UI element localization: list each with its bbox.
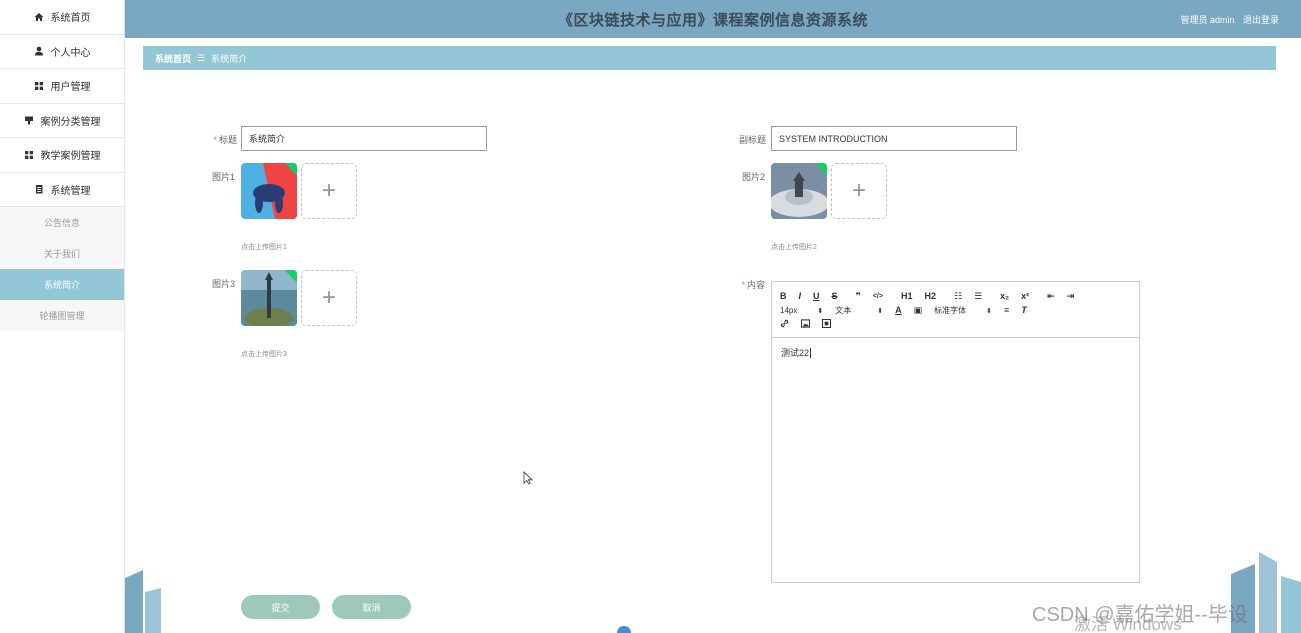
image3-label: 图片3: [211, 279, 235, 289]
scroll-top-icon[interactable]: [617, 626, 631, 633]
indent-button[interactable]: ⇥: [1067, 291, 1075, 302]
mouse-cursor-icon: [523, 471, 533, 485]
sidebar-item-label: 系统首页: [50, 13, 91, 25]
header-select[interactable]: 文本 ⬍: [835, 305, 883, 316]
doc-icon: [34, 184, 44, 194]
content-label: * 内容: [741, 280, 765, 290]
clear-format-icon[interactable]: T: [1021, 305, 1027, 315]
sidebar-subitem-notice[interactable]: 公告信息: [0, 207, 124, 238]
sidebar-subitem-about[interactable]: 关于我们: [0, 238, 124, 269]
h2-button[interactable]: H2: [924, 291, 936, 301]
decor-left-bars: [125, 570, 161, 633]
plus-icon: +: [321, 284, 336, 311]
user-area: 管理员 admin 退出登录: [1174, 13, 1279, 26]
background-color-icon[interactable]: ▣: [914, 305, 923, 316]
user-icon: [34, 46, 44, 56]
image1-label: 图片1: [211, 172, 235, 182]
top-header: 《区块链技术与应用》课程案例信息资源系统 管理员 admin 退出登录: [125, 0, 1301, 38]
csdn-watermark: CSDN @嘉佑学姐--毕设: [1032, 604, 1248, 626]
video-icon[interactable]: [821, 318, 832, 330]
sidebar-item-label: 用户管理: [50, 82, 91, 94]
subscript-button[interactable]: x₂: [1000, 291, 1009, 301]
toolbar-row-2: 14px ⬍ 文本 ⬍ A ▣ 标准字体 ⬍ ≡ T: [780, 303, 1131, 317]
image3-thumbnail[interactable]: [241, 270, 297, 326]
grid-icon: [24, 150, 34, 160]
ordered-list-button[interactable]: ☷: [954, 291, 962, 302]
sidebar-item-users[interactable]: 用户管理: [0, 69, 124, 104]
image1-thumbnail[interactable]: [241, 163, 297, 219]
sidebar: 系统首页 个人中心 用户管理 案例分类管理 教学案例管理 系统管理 公告信息 关…: [0, 0, 125, 633]
image2-hint: 点击上传图片2: [771, 244, 817, 251]
image1-upload-button[interactable]: +: [301, 163, 357, 219]
home-icon: [34, 12, 44, 22]
title-input[interactable]: [241, 126, 487, 151]
cancel-button[interactable]: 取消: [332, 595, 411, 619]
image3-upload-button[interactable]: +: [301, 270, 357, 326]
user-role: 管理员 admin: [1180, 15, 1235, 25]
breadcrumb-home[interactable]: 系统首页: [155, 52, 191, 65]
italic-button[interactable]: I: [799, 291, 802, 301]
plus-icon: +: [321, 177, 336, 204]
link-icon[interactable]: [780, 319, 789, 330]
grid-icon: [34, 81, 44, 91]
sidebar-item-label: 系统管理: [50, 185, 91, 197]
title-label: * 标题: [213, 135, 237, 145]
rich-text-editor: B I U S ❞ </> H1 H2 ☷ ☰ x₂ x² ⇤ ⇥ 14px ⬍ …: [771, 281, 1140, 583]
flag-icon: [24, 115, 34, 125]
sidebar-subitem-carousel[interactable]: 轮播图管理: [0, 300, 124, 331]
submit-button[interactable]: 提交: [241, 595, 320, 619]
image1-hint: 点击上传图片1: [241, 244, 287, 251]
bullet-list-button[interactable]: ☰: [974, 291, 982, 302]
select-arrow-icon: ⬍: [986, 307, 992, 315]
bold-button[interactable]: B: [780, 291, 787, 301]
underline-button[interactable]: U: [813, 291, 820, 301]
h1-button[interactable]: H1: [901, 291, 913, 301]
sidebar-item-cases[interactable]: 教学案例管理: [0, 138, 124, 173]
sidebar-item-home[interactable]: 系统首页: [0, 0, 124, 35]
editor-toolbar: B I U S ❞ </> H1 H2 ☷ ☰ x₂ x² ⇤ ⇥ 14px ⬍ …: [772, 282, 1139, 338]
select-arrow-icon: ⬍: [877, 307, 884, 315]
required-mark: *: [741, 280, 745, 290]
font-size-select[interactable]: 14px ⬍: [780, 306, 823, 315]
plus-icon: +: [851, 177, 866, 204]
subtitle-label: 副标题: [738, 135, 766, 145]
superscript-button[interactable]: x²: [1021, 291, 1029, 301]
align-icon[interactable]: ≡: [1004, 305, 1009, 315]
quote-button[interactable]: ❞: [856, 291, 861, 302]
subtitle-input[interactable]: [771, 126, 1017, 151]
sidebar-item-profile[interactable]: 个人中心: [0, 35, 124, 69]
sidebar-item-label: 案例分类管理: [40, 116, 101, 128]
strike-button[interactable]: S: [832, 291, 838, 301]
image-icon[interactable]: [800, 318, 811, 330]
font-color-icon[interactable]: A: [895, 305, 902, 315]
breadcrumb: 系统首页 ☰ 系统简介: [143, 46, 1276, 70]
font-family-select[interactable]: 标准字体 ⬍: [934, 305, 992, 316]
outdent-button[interactable]: ⇤: [1047, 291, 1055, 302]
image2-label: 图片2: [741, 172, 765, 182]
select-arrow-icon: ⬍: [817, 307, 824, 315]
sidebar-subitem-intro[interactable]: 系统简介: [0, 269, 124, 300]
image3-hint: 点击上传图片3: [241, 351, 287, 358]
sidebar-item-category[interactable]: 案例分类管理: [0, 104, 124, 138]
toolbar-row-3: [780, 317, 1131, 331]
breadcrumb-current: 系统简介: [211, 53, 248, 64]
code-button[interactable]: </>: [873, 293, 883, 300]
sidebar-item-label: 个人中心: [50, 47, 91, 59]
sidebar-item-system[interactable]: 系统管理: [0, 173, 124, 207]
page-title: 《区块链技术与应用》课程案例信息资源系统: [557, 11, 868, 29]
required-mark: *: [213, 135, 217, 145]
breadcrumb-separator: ☰: [197, 52, 206, 63]
image2-thumbnail[interactable]: [771, 163, 827, 219]
sidebar-item-label: 教学案例管理: [40, 151, 101, 163]
toolbar-row-1: B I U S ❞ </> H1 H2 ☷ ☰ x₂ x² ⇤ ⇥: [780, 289, 1131, 303]
logout-link[interactable]: 退出登录: [1243, 15, 1279, 25]
editor-content-area[interactable]: 测试22: [772, 338, 1139, 367]
text-cursor: [810, 348, 812, 358]
editor-text: 测试22: [781, 348, 810, 358]
image2-upload-button[interactable]: +: [831, 163, 887, 219]
